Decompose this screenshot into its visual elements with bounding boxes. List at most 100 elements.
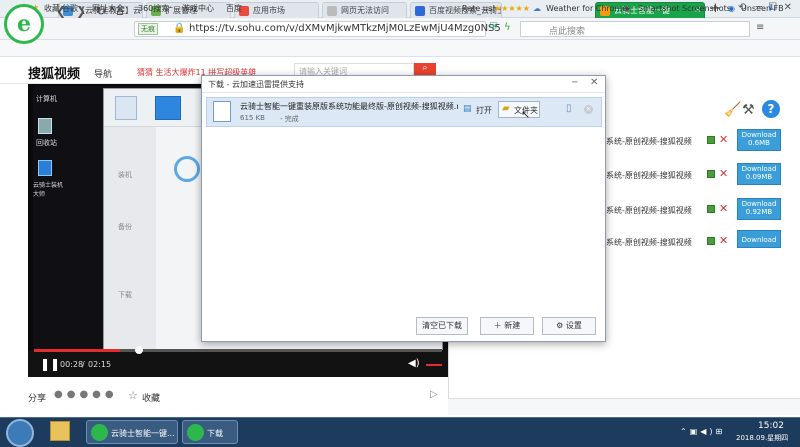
baidu-icon: [415, 6, 425, 16]
browser-icon: [187, 424, 204, 441]
download-button[interactable]: Download: [737, 230, 781, 248]
download-row-title: 系统-原创视频-搜狐视频: [606, 171, 692, 180]
pause-icon[interactable]: ❚❚: [40, 357, 60, 371]
open-file-icon: ▤: [463, 104, 472, 114]
help-icon[interactable]: ?: [762, 100, 780, 118]
video-progress-fill: [34, 349, 120, 352]
bookmarks-bar: [0, 40, 800, 57]
desktop-icon-yunqishi: 云骑士装机大师: [33, 182, 64, 198]
unseen-icon: ◉: [728, 4, 735, 13]
volume-slider[interactable]: [426, 364, 442, 366]
search-input[interactable]: 点此搜索: [520, 21, 750, 37]
progress-handle[interactable]: [135, 346, 143, 354]
taskbar-item-browser[interactable]: 云骑士智能一键...: [86, 420, 178, 444]
tray-icons[interactable]: ⌃▣◀)⊞: [680, 427, 725, 436]
bookmark-baidu[interactable]: 百度: [226, 3, 242, 14]
phone-icon[interactable]: ▯: [566, 103, 572, 114]
file-video-icon: [213, 101, 231, 122]
settings-button[interactable]: ⚙ 设置: [542, 317, 596, 335]
download-row-title: 系统-原创视频-搜狐视频: [606, 238, 692, 247]
download-filename: 云骑士智能一键重装原版系统功能最终版-原创视频-搜狐视频.m...: [240, 102, 458, 111]
page-icon: [327, 6, 337, 16]
copy-icon[interactable]: [707, 136, 715, 144]
inner-toolbar-active-icon: [155, 96, 181, 120]
extensions-bar: [448, 398, 800, 415]
inner-toolbar-icon: [115, 96, 137, 120]
rate-us-link[interactable]: Rate us!: [462, 4, 495, 13]
browser-logo-icon[interactable]: e: [4, 4, 44, 44]
download-status: - 完成: [280, 115, 299, 123]
download-row-title: 系统-原创视频-搜狐视频: [606, 137, 692, 146]
bookmark-360-search[interactable]: 360搜索: [138, 3, 169, 14]
inner-sidebar-item: 装机: [118, 171, 132, 179]
browser-icon: [91, 424, 108, 441]
download-button[interactable]: Download 0.09MB: [737, 163, 781, 185]
clear-downloaded-button[interactable]: 清空已下载: [416, 317, 468, 335]
copy-icon[interactable]: [707, 170, 715, 178]
address-bar[interactable]: 无痕 🔒 https://tv.sohu.com/v/dXMvMjkwMTkzM…: [134, 21, 501, 37]
next-icon[interactable]: ▷: [430, 389, 438, 400]
camera-icon: ◉: [624, 4, 631, 13]
bookmark-game-center[interactable]: 游戏中心: [182, 3, 214, 14]
download-button[interactable]: Download 0.92MB: [737, 198, 781, 220]
new-download-button[interactable]: ＋ 新建: [480, 317, 534, 335]
plus-icon: ＋: [493, 321, 502, 330]
bookmark-site-directory[interactable]: 网址大全: [92, 3, 124, 14]
unseen-extension[interactable]: Unseen FB: [741, 4, 784, 13]
dialog-title: 下载 - 云加速迅雷提供支持: [208, 80, 304, 89]
gear-icon: ⚙: [556, 321, 564, 330]
bookmark-google[interactable]: 谷歌: [62, 3, 78, 14]
inner-sidebar-item: 下载: [118, 291, 132, 299]
menu-icon[interactable]: ≡: [756, 22, 764, 33]
shield-icon[interactable]: ⛨: [490, 22, 498, 33]
mouse-cursor-icon: ↖: [521, 108, 531, 121]
delete-icon[interactable]: ✕: [719, 202, 728, 215]
bookmark-favorites[interactable]: 收藏: [44, 3, 60, 14]
weather-extension[interactable]: Weather for Chrome: [546, 4, 627, 13]
collect-icon[interactable]: ☆: [128, 389, 138, 402]
time-total: 02:15: [88, 360, 112, 369]
clock-date: 2018.09.星期四: [736, 434, 789, 442]
system-tray: ⌃▣◀)⊞ 15:02 2018.09.星期四: [680, 420, 798, 446]
rating-stars: ★★★★★: [494, 4, 530, 13]
taskbar-item-download[interactable]: 下载: [182, 420, 238, 444]
incognito-badge: 无痕: [138, 23, 158, 35]
collect-label[interactable]: 收藏: [142, 391, 160, 404]
inner-sidebar-item: 备份: [118, 223, 132, 231]
start-button[interactable]: [6, 419, 34, 447]
download-row-title: 系统-原创视频-搜狐视频: [606, 206, 692, 215]
download-button[interactable]: Download 0.6MB: [737, 129, 781, 151]
open-file-link[interactable]: 打开: [476, 105, 492, 116]
inner-wifi-icon: [174, 156, 200, 182]
delete-icon[interactable]: ✕: [719, 133, 728, 146]
desktop-icon-recycle-bin: 回收站: [36, 139, 57, 147]
broom-icon[interactable]: 🧹: [724, 102, 741, 118]
share-label: 分享: [28, 394, 47, 404]
lightning-icon[interactable]: ϟ: [504, 22, 511, 33]
open-folder-button[interactable]: ▰ 文件夹: [498, 101, 540, 118]
smartshot-extension[interactable]: Smartshot Screenshots: [638, 4, 731, 13]
yunqishi-icon: [38, 160, 52, 176]
volume-icon[interactable]: ◀): [408, 358, 420, 369]
copy-icon[interactable]: [707, 237, 715, 245]
close-icon[interactable]: ✕: [590, 77, 598, 88]
tab-page-unavailable[interactable]: 网页无法访问: [322, 2, 407, 18]
remove-item-icon[interactable]: ×: [584, 105, 593, 114]
minimize-icon[interactable]: ─: [572, 78, 577, 88]
inner-app-sidebar: [104, 127, 156, 349]
clock-time: 15:02: [758, 421, 784, 431]
sohu-logo[interactable]: 搜狐视频: [28, 63, 80, 82]
folder-icon: ▰: [502, 103, 510, 114]
download-size: 615 KB: [240, 114, 265, 122]
copy-icon[interactable]: [707, 205, 715, 213]
weather-icon: ☁: [533, 4, 541, 13]
share-icons[interactable]: ●●●●●: [54, 389, 118, 400]
delete-icon[interactable]: ✕: [719, 167, 728, 180]
tools-icon[interactable]: ⚒: [742, 102, 755, 118]
nav-menu[interactable]: 导航: [94, 67, 112, 80]
recycle-bin-icon: [38, 118, 52, 134]
file-explorer-icon[interactable]: [50, 421, 70, 441]
tab-app-market[interactable]: 应用市场: [234, 2, 319, 18]
desktop-icon-computer: 计算机: [36, 95, 57, 103]
delete-icon[interactable]: ✕: [719, 234, 728, 247]
